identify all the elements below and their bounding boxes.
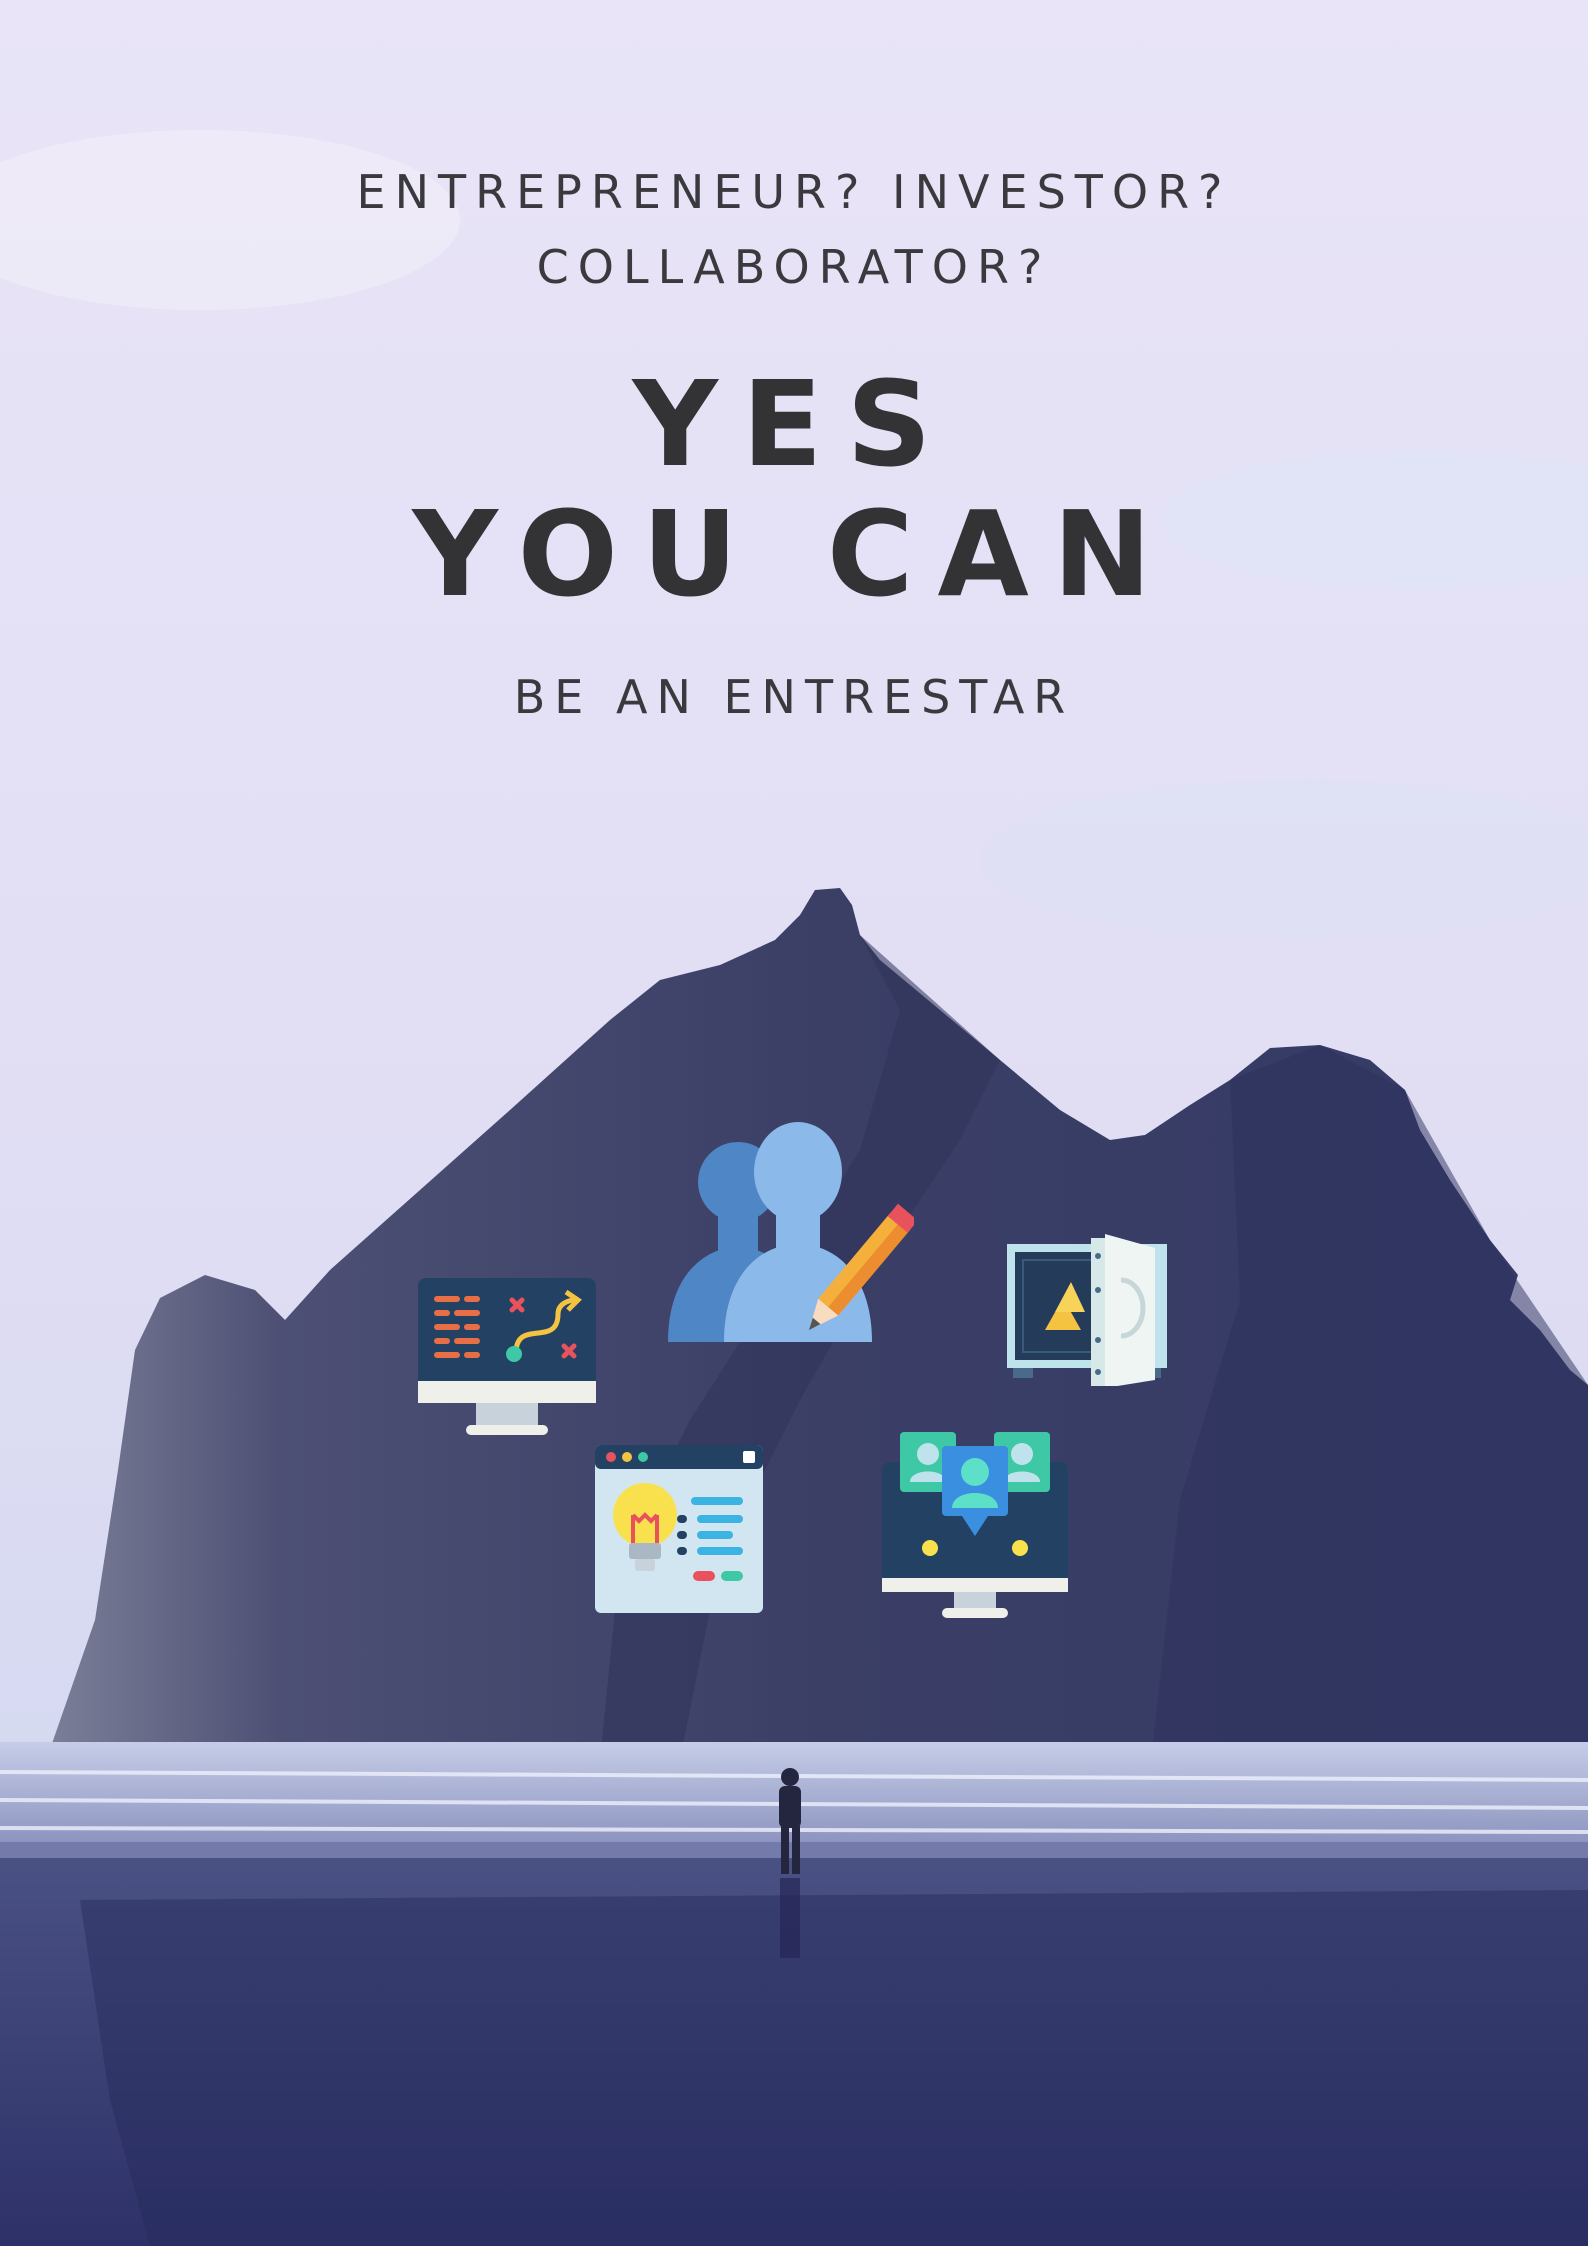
strategy-monitor-icon — [418, 1278, 596, 1435]
headline-line-1: YES — [632, 355, 956, 493]
mountain-reflection — [80, 1890, 1588, 2246]
idea-browser-icon — [595, 1445, 763, 1613]
poster: ENTREPRENEUR? INVESTOR? COLLABORATOR? YE… — [0, 0, 1588, 2246]
person-reflection — [780, 1878, 800, 1958]
subheadline: BE AN ENTRESTAR — [513, 670, 1075, 724]
question-line-1: ENTREPRENEUR? INVESTOR? — [356, 165, 1232, 219]
headline-line-2: YOU CAN — [412, 485, 1176, 623]
users-edit-icon — [668, 1122, 914, 1342]
open-safe-icon — [1007, 1234, 1167, 1386]
question-line-2: COLLABORATOR? — [536, 240, 1052, 294]
team-monitor-icon — [882, 1432, 1068, 1618]
